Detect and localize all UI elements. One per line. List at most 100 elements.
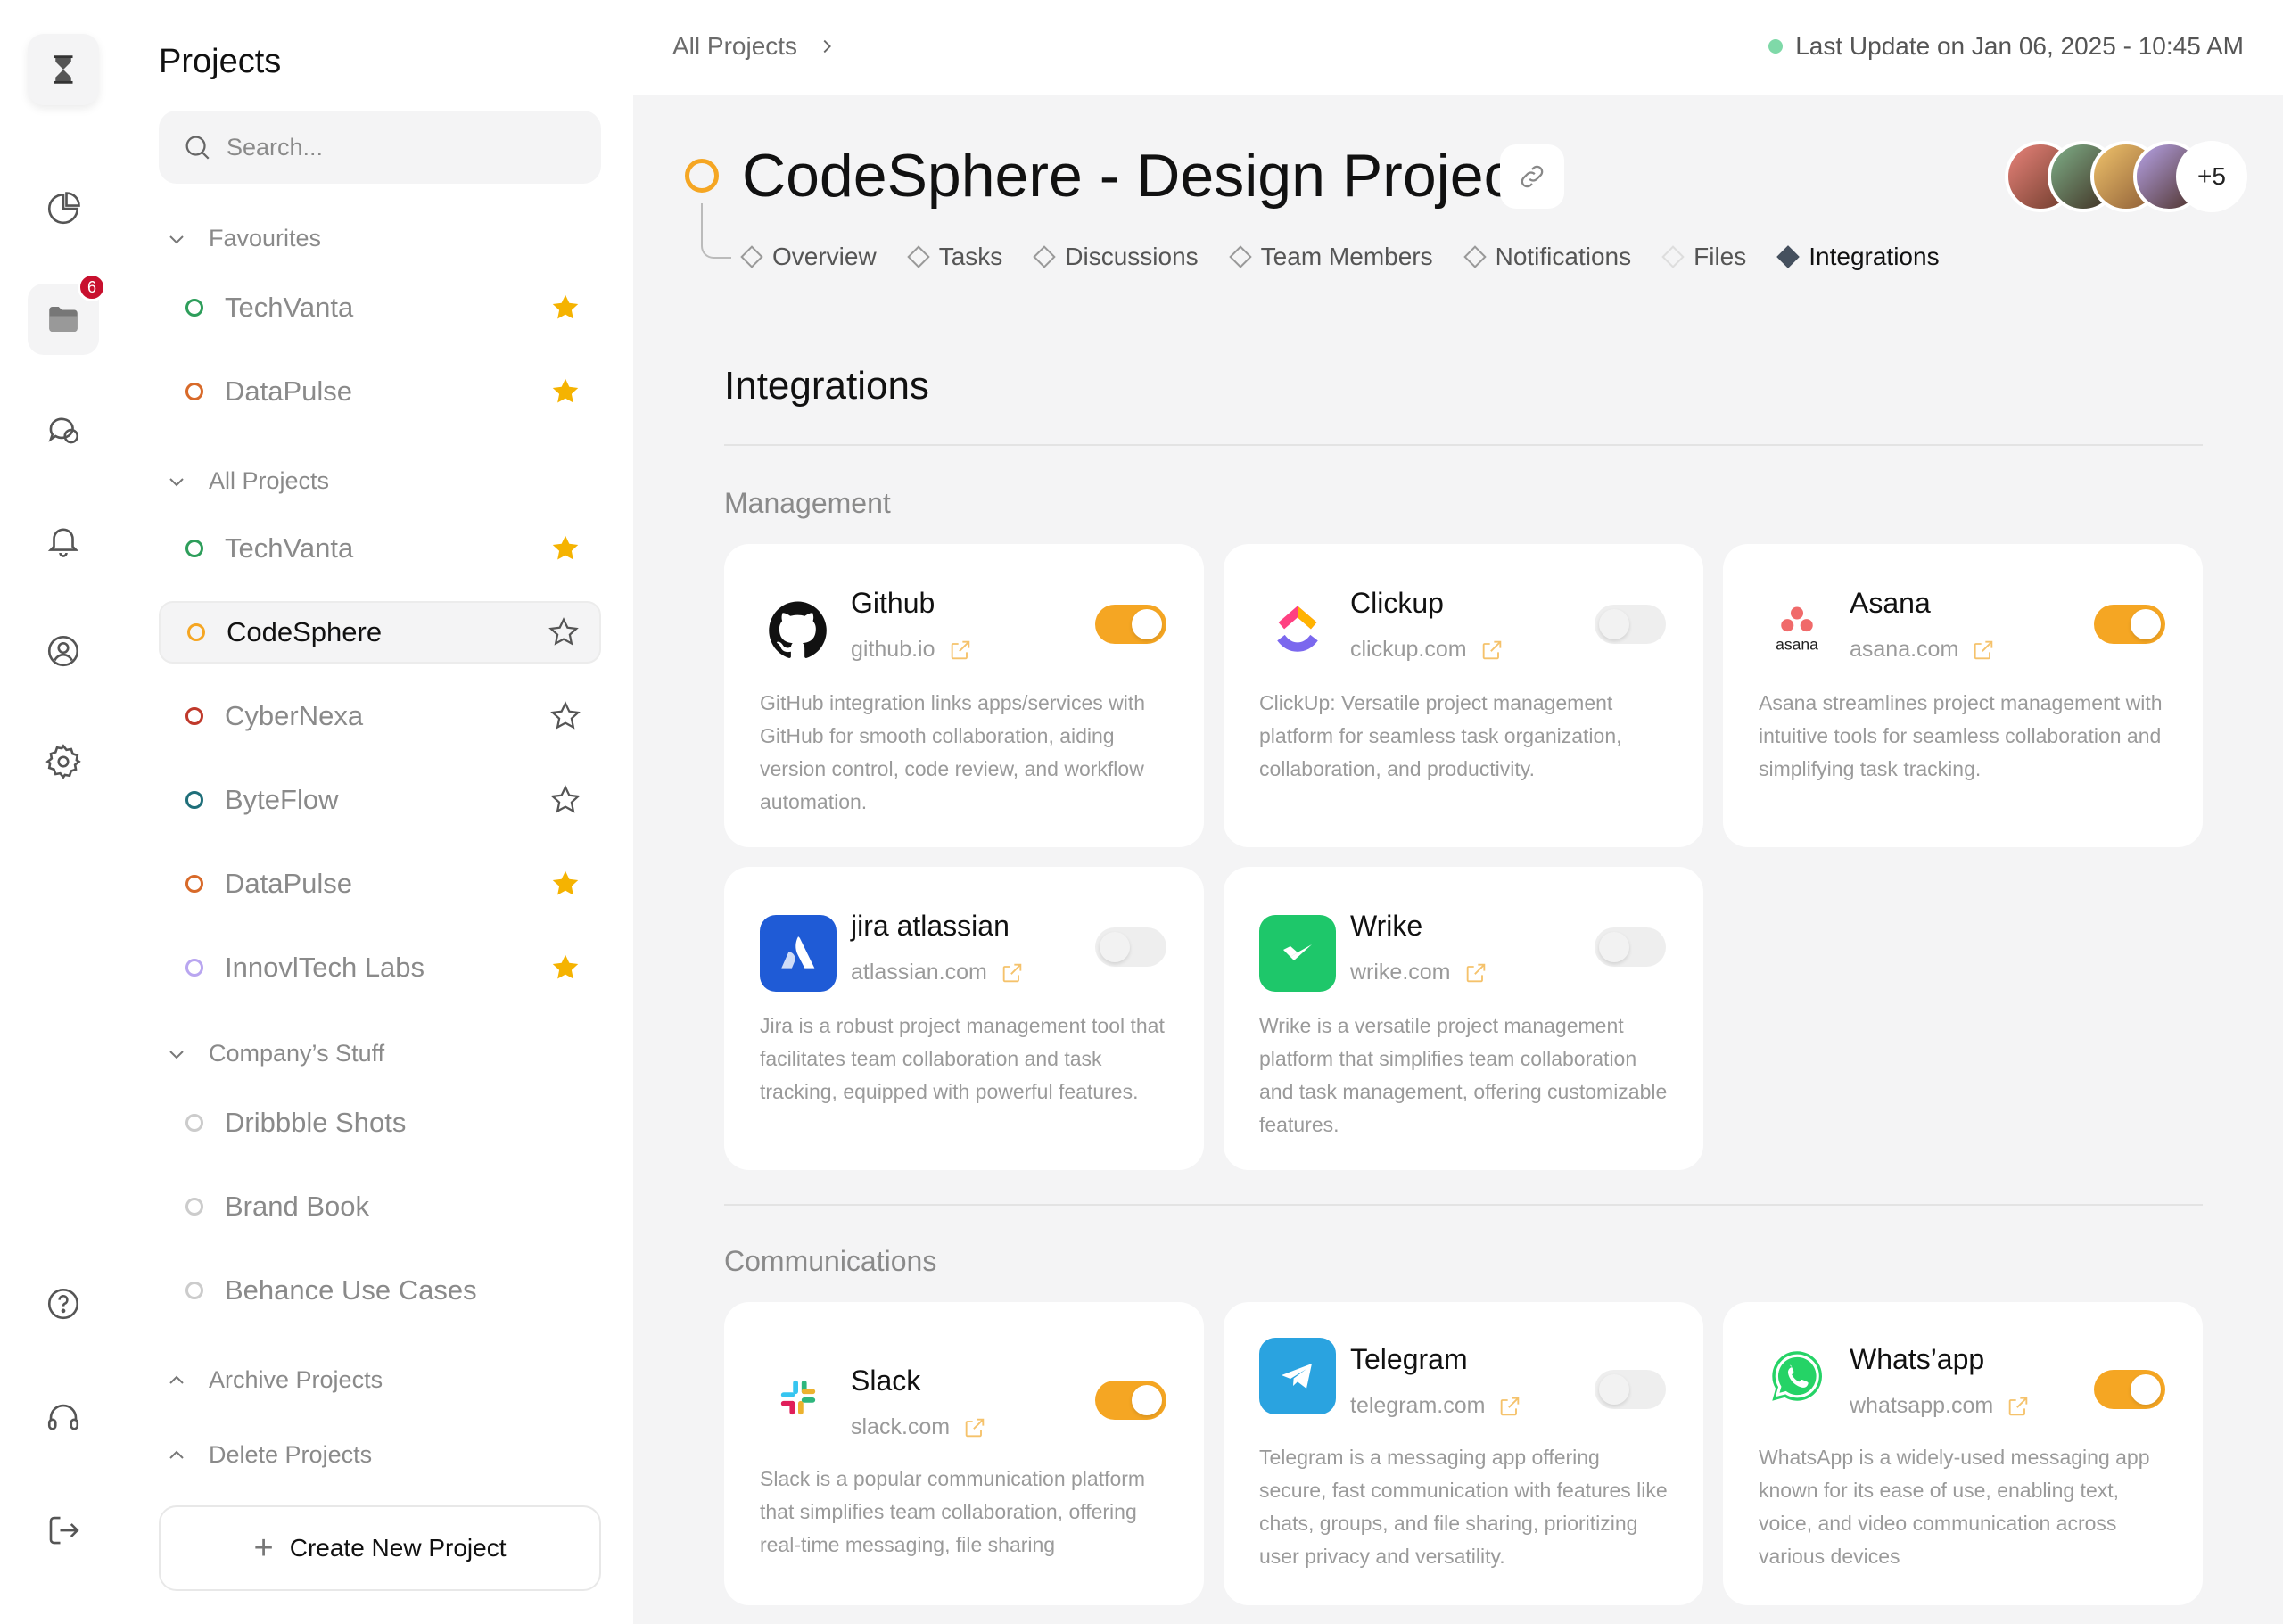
toggle-knob <box>1599 609 1629 639</box>
rail-logout[interactable] <box>28 1495 99 1566</box>
breadcrumb[interactable]: All Projects <box>672 32 837 61</box>
copy-link-button[interactable] <box>1500 144 1564 209</box>
chevron-down-icon <box>169 1050 184 1059</box>
project-item[interactable]: Brand Book <box>159 1175 601 1238</box>
tab-files[interactable]: Files <box>1661 243 1746 271</box>
integration-url-text[interactable]: github.io <box>851 637 935 663</box>
rail-analytics[interactable] <box>28 173 99 244</box>
integration-url-text[interactable]: clickup.com <box>1350 637 1467 663</box>
top-bar: All Projects Last Update on Jan 06, 2025… <box>633 0 2283 95</box>
folder-icon <box>49 307 78 332</box>
breadcrumb-all-projects[interactable]: All Projects <box>672 32 797 61</box>
project-item[interactable]: CodeSphere <box>159 601 601 664</box>
tab-discussions[interactable]: Discussions <box>1033 243 1199 271</box>
star-outline-icon[interactable] <box>549 784 581 816</box>
project-item[interactable]: TechVanta <box>159 517 601 580</box>
telegram-toggle[interactable] <box>1595 1370 1666 1409</box>
asana-toggle[interactable] <box>2094 605 2165 644</box>
integration-name: Clickup <box>1350 587 1444 619</box>
star-filled-icon[interactable] <box>549 532 581 565</box>
search-input[interactable] <box>227 133 583 161</box>
external-link-icon[interactable] <box>1463 960 1488 985</box>
tab-integrations[interactable]: Integrations <box>1776 243 1940 271</box>
external-link-icon[interactable] <box>948 638 973 663</box>
rail-profile[interactable] <box>28 615 99 687</box>
section-all-projects[interactable]: All Projects <box>166 467 329 495</box>
project-item[interactable]: TechVanta <box>159 276 601 339</box>
project-item[interactable]: Dribbble Shots <box>159 1092 601 1154</box>
integration-url[interactable]: clickup.com <box>1350 637 1504 663</box>
star-outline-icon[interactable] <box>549 700 581 732</box>
integration-url[interactable]: telegram.com <box>1350 1393 1522 1419</box>
tab-overview[interactable]: Overview <box>740 243 877 271</box>
external-link-icon[interactable] <box>1971 638 1996 663</box>
external-link-icon[interactable] <box>962 1415 987 1440</box>
integration-url-text[interactable]: whatsapp.com <box>1850 1393 1993 1419</box>
section-label: Delete Projects <box>209 1441 373 1468</box>
integration-url-text[interactable]: telegram.com <box>1350 1393 1485 1419</box>
integration-card-github: Github github.io GitHub integration link… <box>724 544 1204 847</box>
project-name: DataPulse <box>225 375 353 407</box>
star-filled-icon[interactable] <box>549 292 581 324</box>
clickup-toggle[interactable] <box>1595 605 1666 644</box>
tab-notifications[interactable]: Notifications <box>1463 243 1631 271</box>
rail-support[interactable] <box>28 1382 99 1454</box>
project-item[interactable]: CyberNexa <box>159 685 601 747</box>
section-company-stuff[interactable]: Company’s Stuff <box>166 1040 384 1068</box>
search-box[interactable] <box>159 111 601 184</box>
star-outline-icon[interactable] <box>548 616 580 648</box>
project-item[interactable]: ByteFlow <box>159 769 601 831</box>
project-item[interactable]: DataPulse <box>159 360 601 423</box>
tab-tasks[interactable]: Tasks <box>906 243 1002 271</box>
jira-toggle[interactable] <box>1095 927 1166 967</box>
integration-card-asana: asana Asana asana.com Asana streamlines … <box>1723 544 2203 847</box>
project-item[interactable]: DataPulse <box>159 853 601 915</box>
external-link-icon[interactable] <box>1479 638 1504 663</box>
integration-url-text[interactable]: wrike.com <box>1350 960 1451 985</box>
rail-settings[interactable] <box>28 726 99 797</box>
headset-icon <box>47 1404 79 1430</box>
tab-team-members[interactable]: Team Members <box>1228 243 1433 271</box>
integration-name: Telegram <box>1350 1343 1468 1375</box>
rail-notifications[interactable] <box>28 505 99 576</box>
section-favourites[interactable]: Favourites <box>166 225 321 252</box>
tree-connector <box>701 203 731 259</box>
section-label: Archive Projects <box>209 1366 383 1393</box>
integration-description: GitHub integration links apps/services w… <box>760 691 1146 813</box>
integration-url-text[interactable]: atlassian.com <box>851 960 987 985</box>
integration-url[interactable]: atlassian.com <box>851 960 1025 985</box>
external-link-icon[interactable] <box>1000 960 1025 985</box>
team-avatars[interactable]: +5 <box>2005 141 2247 212</box>
integration-url[interactable]: github.io <box>851 637 973 663</box>
rail-help[interactable] <box>28 1268 99 1340</box>
star-filled-icon[interactable] <box>549 868 581 900</box>
integration-url[interactable]: slack.com <box>851 1414 987 1440</box>
external-link-icon[interactable] <box>2006 1394 2031 1419</box>
whatsapp-toggle[interactable] <box>2094 1370 2165 1409</box>
integration-name: Asana <box>1850 587 1931 619</box>
rail-chat[interactable] <box>28 394 99 466</box>
star-filled-icon[interactable] <box>549 375 581 408</box>
more-members-count[interactable]: +5 <box>2176 141 2247 212</box>
integration-url-text[interactable]: asana.com <box>1850 637 1958 663</box>
section-delete-projects[interactable]: Delete Projects <box>166 1441 372 1469</box>
tab-label: Discussions <box>1065 243 1199 270</box>
slack-toggle[interactable] <box>1095 1381 1166 1420</box>
integration-url-text[interactable]: slack.com <box>851 1414 950 1440</box>
create-project-label: Create New Project <box>289 1534 507 1562</box>
app-logo[interactable] <box>28 34 99 105</box>
wrike-toggle[interactable] <box>1595 927 1666 967</box>
star-filled-icon[interactable] <box>549 952 581 984</box>
search-icon <box>185 136 210 160</box>
rail-projects[interactable]: 6 <box>28 273 106 355</box>
project-item[interactable]: InnovlTech Labs <box>159 936 601 999</box>
project-item[interactable]: Behance Use Cases <box>159 1259 601 1322</box>
wrike-check-icon <box>1283 944 1312 960</box>
integration-url[interactable]: asana.com <box>1850 637 1996 663</box>
create-project-button[interactable]: + Create New Project <box>159 1505 601 1591</box>
integration-url[interactable]: whatsapp.com <box>1850 1393 2031 1419</box>
section-archive-projects[interactable]: Archive Projects <box>166 1366 383 1394</box>
integration-url[interactable]: wrike.com <box>1350 960 1488 985</box>
github-toggle[interactable] <box>1095 605 1166 644</box>
external-link-icon[interactable] <box>1497 1394 1522 1419</box>
